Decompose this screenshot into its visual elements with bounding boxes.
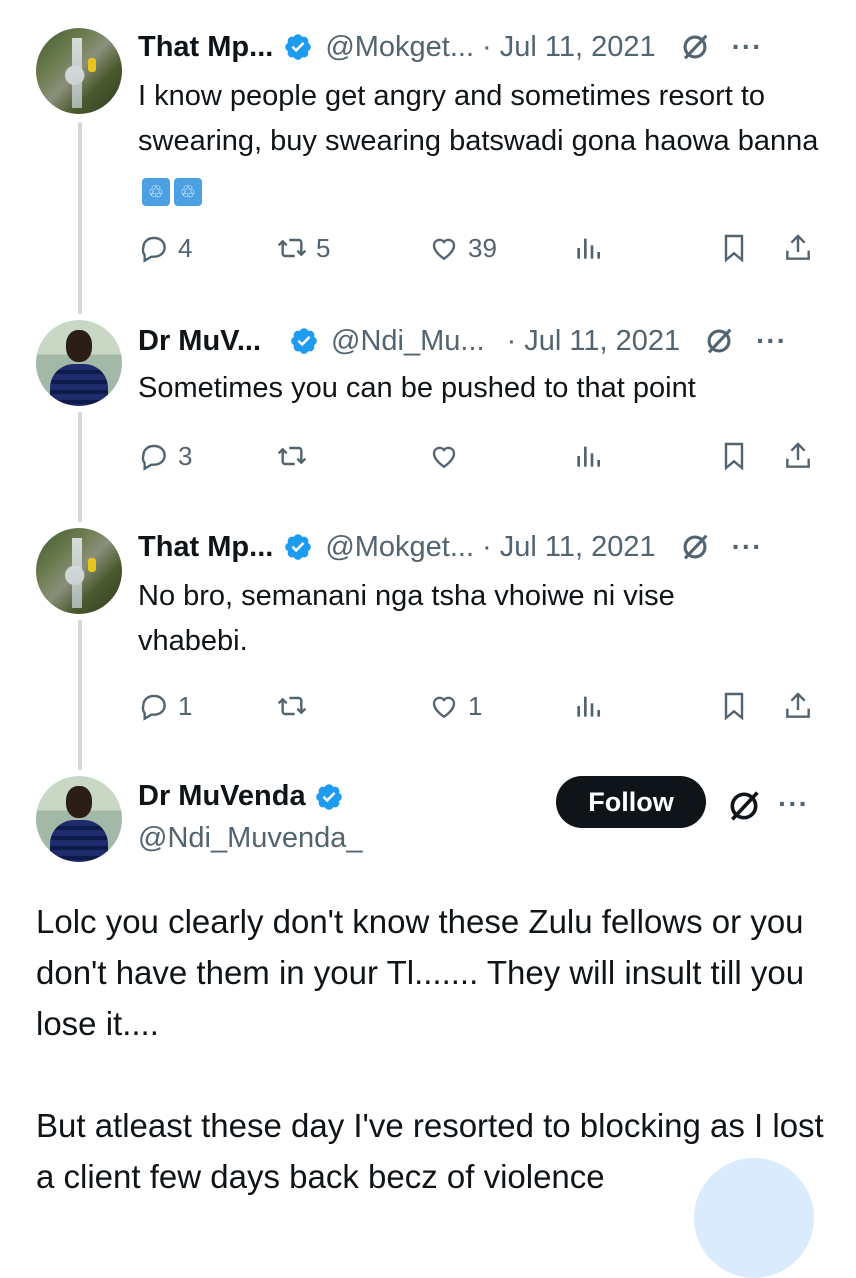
avatar[interactable] [36, 28, 122, 114]
reply-icon [141, 694, 166, 721]
reply-count: 3 [178, 440, 193, 471]
tweet-text-content: Sometimes you can be pushed to that poin… [138, 372, 696, 404]
more-icon[interactable]: ··· [732, 31, 763, 63]
compose-fab-edge[interactable] [694, 1158, 814, 1278]
reply-button[interactable]: 3 [138, 440, 192, 472]
author-handle[interactable]: @Ndi_Muvenda_ [138, 822, 363, 855]
tweet-date[interactable]: Jul 11, 2021 [500, 31, 656, 64]
main-tweet-name-row: Dr MuVenda [138, 780, 820, 813]
retweet-button[interactable] [276, 440, 308, 472]
reply-button[interactable]: 4 [138, 232, 192, 264]
main-tweet-handle-row: @Ndi_Muvenda_ [138, 822, 820, 855]
thread-line [78, 412, 82, 522]
bookmark-button[interactable] [718, 232, 750, 264]
bookmark-icon [724, 234, 744, 263]
views-icon [577, 696, 600, 717]
verified-badge-icon [285, 534, 312, 560]
tweet-text: I know people get angry and sometimes re… [138, 74, 820, 209]
share-icon [786, 442, 810, 468]
tweet-header: That Mp... @Mokget... · Jul 11, 2021 ··· [138, 30, 820, 64]
separator-dot: · [482, 530, 492, 563]
like-button[interactable]: 39 [428, 232, 497, 264]
views-button[interactable] [572, 232, 604, 264]
tweet-date[interactable]: Jul 11, 2021 [500, 531, 656, 564]
reply-icon [141, 444, 166, 471]
author-name[interactable]: That Mp... [138, 31, 273, 64]
tweet-text: No bro, semanani nga tsha vhoiwe ni vise… [138, 574, 778, 664]
thread-line [78, 620, 82, 770]
tweet-text-content: No bro, semanani nga tsha vhoiwe ni vise… [138, 580, 675, 657]
avatar[interactable] [36, 776, 122, 862]
author-name[interactable]: Dr MuVenda [138, 780, 306, 813]
tweet-header: That Mp... @Mokget... · Jul 11, 2021 ··· [138, 530, 820, 564]
share-button[interactable] [782, 690, 814, 722]
thread-line [78, 122, 82, 314]
retweet-icon [277, 238, 307, 258]
separator-dot: · [482, 30, 492, 63]
views-button[interactable] [572, 690, 604, 722]
like-button[interactable]: 1 [428, 690, 482, 722]
follow-button[interactable]: Follow [556, 776, 706, 828]
author-name[interactable]: Dr MuV... [138, 325, 261, 358]
more-icon[interactable]: ··· [732, 531, 763, 563]
tweet-date[interactable]: Jul 11, 2021 [524, 325, 680, 358]
retweet-count: 5 [316, 232, 331, 263]
tweet-actions: 1 1 [138, 690, 822, 730]
views-icon [577, 446, 600, 467]
bookmark-icon [724, 692, 744, 721]
bookmark-button[interactable] [718, 690, 750, 722]
views-icon [577, 238, 600, 259]
verified-badge-icon [291, 328, 317, 354]
verified-badge-icon [315, 783, 342, 810]
more-icon[interactable]: ··· [778, 788, 809, 820]
views-button[interactable] [572, 440, 604, 472]
tweet-actions: 3 [138, 440, 822, 480]
retweet-icon [277, 446, 307, 466]
grok-icon[interactable] [702, 324, 736, 358]
like-count: 1 [468, 690, 483, 721]
like-icon [432, 446, 456, 469]
author-handle[interactable]: @Mokget... [325, 531, 474, 564]
bookmark-icon [724, 442, 744, 471]
reply-count: 4 [178, 232, 193, 263]
reply-count: 1 [178, 690, 193, 721]
verified-badge-icon [285, 34, 312, 60]
separator-dot: · [506, 324, 517, 357]
tweet-header: Dr MuV... @Ndi_Mu... · Jul 11, 2021 ··· [138, 324, 820, 358]
share-icon [786, 234, 810, 260]
reply-button[interactable]: 1 [138, 690, 192, 722]
share-button[interactable] [782, 440, 814, 472]
more-icon[interactable]: ··· [756, 325, 787, 357]
retweet-button[interactable]: 5 [276, 232, 330, 264]
main-tweet-paragraph-1: Lolc you clearly don't know these Zulu f… [36, 903, 805, 1042]
author-handle[interactable]: @Mokget... [325, 31, 474, 64]
avatar[interactable] [36, 528, 122, 614]
grok-icon[interactable] [678, 30, 712, 64]
litter-icon: ♲ [174, 178, 202, 206]
tweet-text: Sometimes you can be pushed to that poin… [138, 366, 820, 411]
retweet-button[interactable] [276, 690, 308, 722]
author-name[interactable]: That Mp... [138, 531, 273, 564]
tweet-text-content: I know people get angry and sometimes re… [138, 80, 819, 157]
tweet-actions: 4 5 39 [138, 232, 822, 272]
author-handle[interactable]: @Ndi_Mu... [331, 325, 485, 358]
share-icon [786, 692, 810, 718]
reply-icon [141, 236, 166, 263]
bookmark-button[interactable] [718, 440, 750, 472]
like-icon [432, 696, 456, 719]
like-icon [432, 238, 456, 261]
grok-icon[interactable] [724, 786, 764, 826]
litter-icon: ♲ [142, 178, 170, 206]
share-button[interactable] [782, 232, 814, 264]
like-count: 39 [468, 232, 497, 263]
like-button[interactable] [428, 440, 460, 472]
avatar[interactable] [36, 320, 122, 406]
retweet-icon [277, 696, 307, 716]
grok-icon[interactable] [678, 530, 712, 564]
